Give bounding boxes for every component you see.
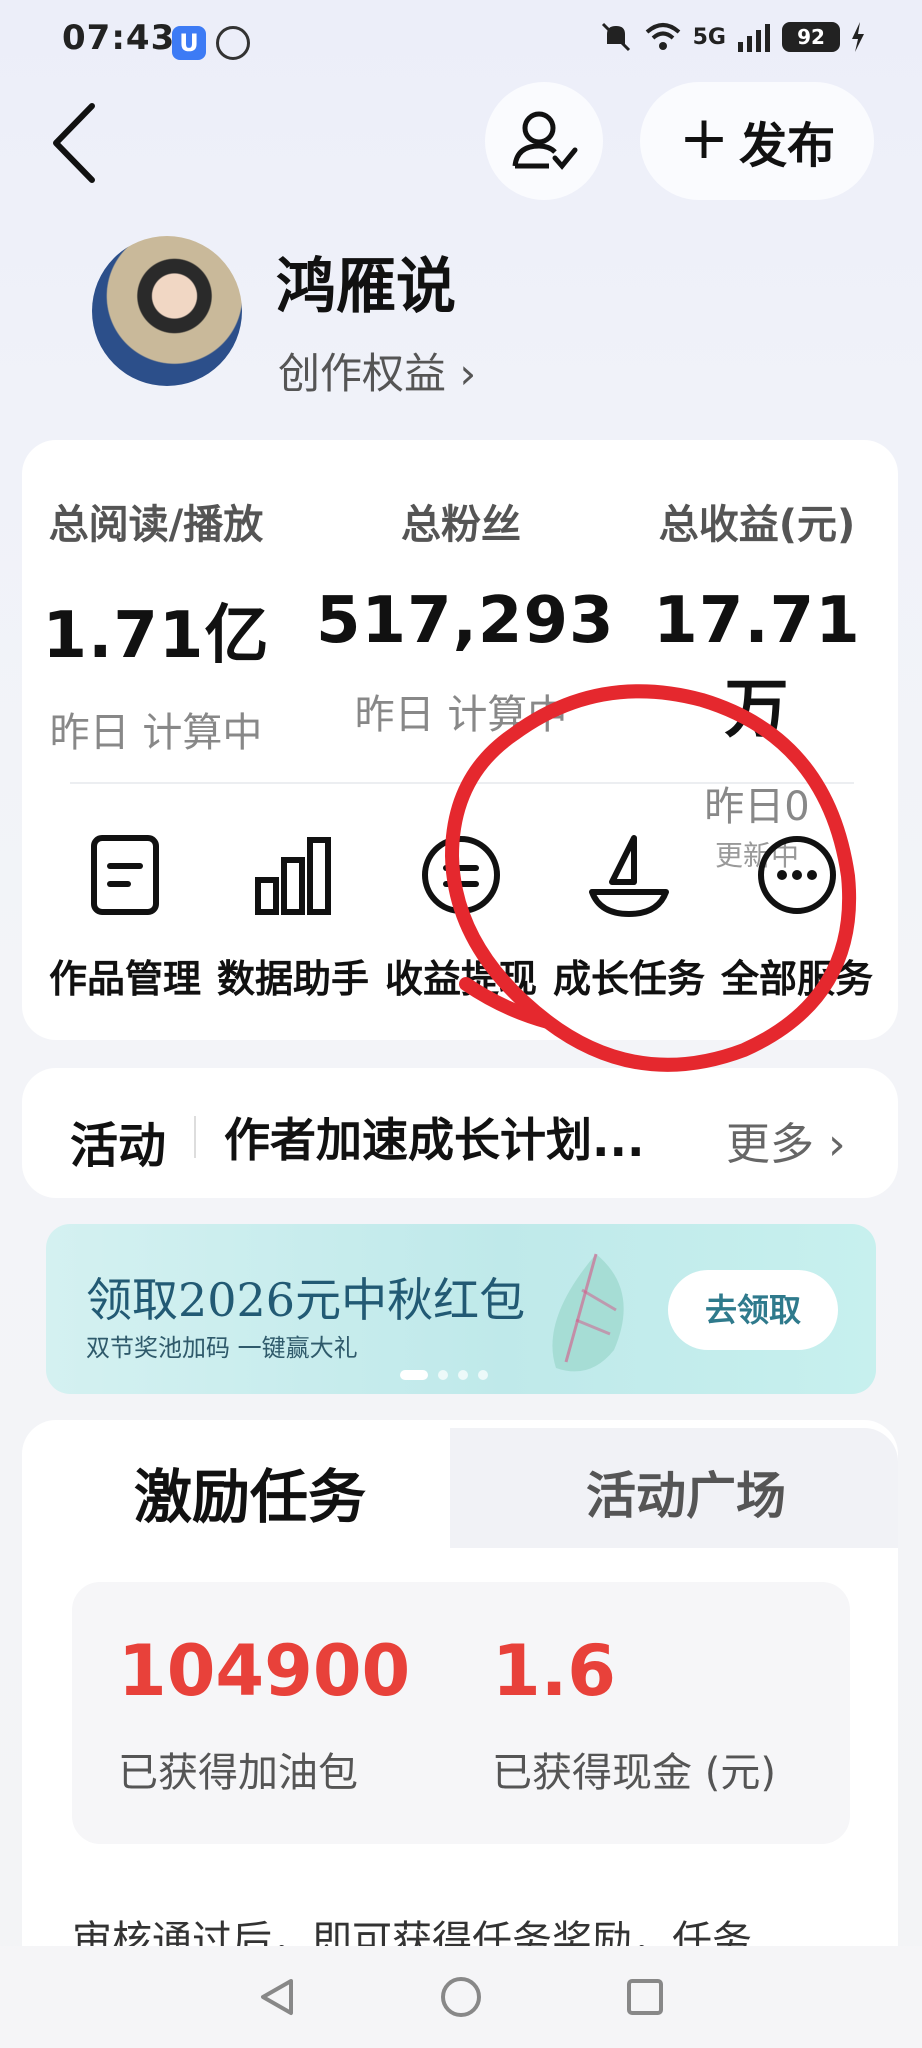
stat-value: 517,293: [316, 584, 615, 658]
sailboat-icon: [589, 835, 669, 917]
status-indicators: 5G 92: [599, 20, 866, 54]
carousel-dot: [478, 1370, 488, 1380]
signal-icon: [738, 24, 770, 52]
stat-sub: 昨日 计算中: [354, 692, 568, 738]
stat-sub: 昨日 计算中: [49, 710, 263, 756]
carousel-dot: [400, 1370, 428, 1380]
stat-label: 总收益(元): [658, 502, 856, 548]
service-growth-tasks[interactable]: 成长任务: [544, 830, 714, 1003]
service-withdraw[interactable]: 收益提现: [376, 830, 546, 1003]
coin-icon: [422, 836, 500, 914]
service-label: 成长任务: [552, 957, 705, 1001]
service-data-assistant[interactable]: 数据助手: [208, 830, 378, 1003]
divider: [70, 782, 854, 784]
reward-cash: 1.6 已获得现金 (元): [492, 1630, 776, 1798]
service-label: 收益提现: [384, 957, 537, 1001]
plus-icon: +: [678, 103, 730, 173]
app-notification-icon: U: [172, 26, 206, 60]
status-time: 07:43: [62, 18, 176, 58]
service-label: 数据助手: [216, 957, 369, 1001]
reward-value: 104900: [118, 1630, 411, 1712]
reward-label: 已获得加油包: [118, 1750, 358, 1796]
square-recents-icon: [627, 1979, 663, 2015]
chevron-left-icon: [53, 103, 95, 183]
back-button[interactable]: [44, 98, 104, 188]
more-icon: [758, 836, 836, 914]
tab-incentive-tasks[interactable]: 激励任务: [134, 1450, 366, 1534]
leaf-decoration-icon: [552, 1253, 624, 1372]
reward-fuel-pack: 104900 已获得加油包: [118, 1630, 410, 1798]
tab-activity-plaza[interactable]: 活动广场: [586, 1456, 786, 1528]
carousel-dot: [438, 1370, 448, 1380]
stat-total-fans[interactable]: 总粉丝 517,293 昨日 计算中: [316, 492, 615, 740]
claim-button[interactable]: 去领取: [668, 1270, 838, 1350]
circle-home-icon: [441, 1977, 481, 2017]
reward-value: 1.6: [492, 1630, 617, 1712]
stat-total-reads[interactable]: 总阅读/播放 1.71亿 昨日 计算中: [36, 492, 276, 758]
nav-back-button[interactable]: [255, 1975, 299, 2019]
avatar[interactable]: [92, 236, 242, 386]
wifi-icon: [645, 23, 680, 50]
nav-home-button[interactable]: [439, 1975, 483, 2019]
service-works-manage[interactable]: 作品管理: [40, 830, 210, 1003]
nav-recents-button[interactable]: [623, 1975, 667, 2019]
username: 鸿雁说: [276, 252, 456, 322]
stat-total-income[interactable]: 总收益(元) 17.71万 昨日0 更新中: [622, 492, 892, 874]
publish-label: 发布: [739, 118, 836, 174]
banner-title: 领取2026元中秋红包: [86, 1273, 526, 1327]
system-nav-bar: [0, 1946, 922, 2048]
reward-label: 已获得现金 (元): [492, 1750, 776, 1796]
follow-manage-button[interactable]: [485, 82, 603, 200]
activity-title: 活动: [70, 1118, 167, 1174]
mute-icon: [601, 22, 630, 52]
stat-label: 总粉丝: [401, 502, 521, 548]
activity-text[interactable]: 作者加速成长计划...: [224, 1104, 644, 1170]
triangle-back-icon: [261, 1979, 293, 2015]
stat-label: 总阅读/播放: [48, 502, 264, 548]
divider: [194, 1116, 196, 1158]
battery-icon: 92: [782, 22, 840, 52]
banner-subtitle: 双节奖池加码 一键赢大礼: [86, 1334, 358, 1362]
network-type: 5G: [692, 24, 726, 50]
service-label: 作品管理: [48, 957, 201, 1001]
bar-chart-icon: [255, 837, 331, 915]
more-link[interactable]: 更多 ›: [726, 1108, 846, 1172]
service-label: 全部服务: [720, 957, 873, 1001]
stat-value: 17.71万: [653, 584, 861, 747]
publish-button[interactable]: + 发布: [640, 82, 874, 200]
creator-rights-link[interactable]: 创作权益 ›: [278, 340, 476, 401]
carousel-dot: [458, 1370, 468, 1380]
stat-value: 1.71亿: [42, 599, 270, 673]
carousel-indicator: [400, 1370, 488, 1380]
service-all[interactable]: 全部服务: [712, 830, 882, 1003]
charging-icon: [852, 22, 864, 52]
hand-notification-icon: [216, 26, 250, 60]
user-check-icon: [512, 111, 578, 170]
document-icon: [91, 835, 159, 915]
